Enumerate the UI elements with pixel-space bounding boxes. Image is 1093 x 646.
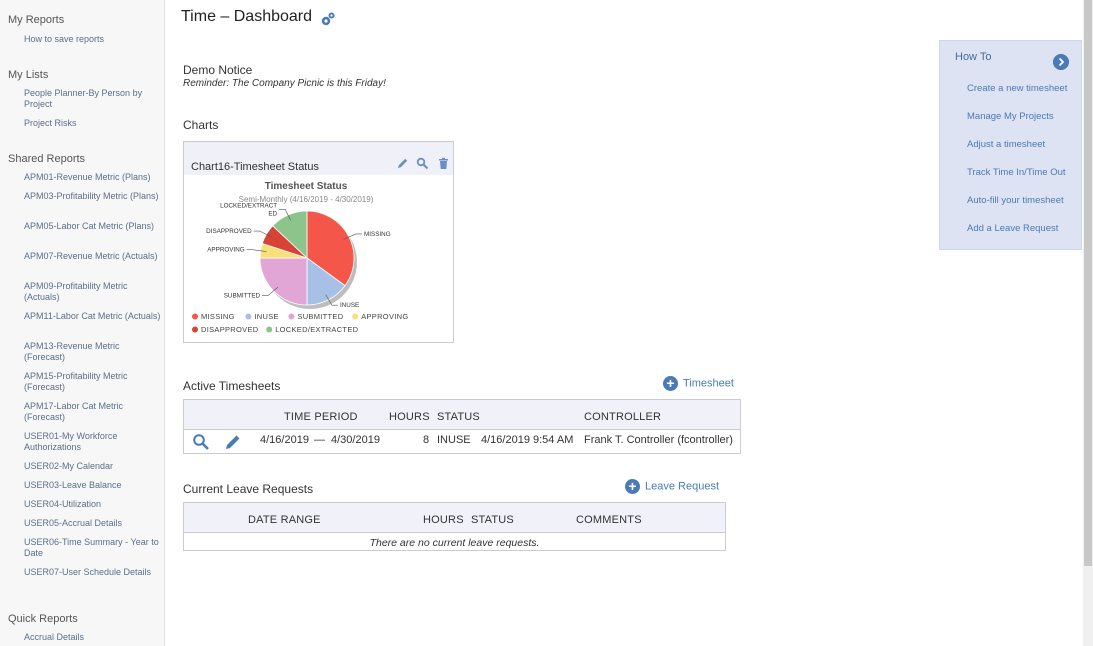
controller-value: Frank T. Controller (fcontroller) [584, 434, 733, 446]
column-header-time-period[interactable]: TIME PERIOD [284, 411, 358, 423]
howto-create-timesheet[interactable]: Create a new timesheet [967, 83, 1067, 94]
demo-notice-heading: Demo Notice [183, 63, 253, 77]
chart-card-header: Chart16-Timesheet Status [184, 142, 453, 175]
sidebar-item-apm15[interactable]: APM15-Profitability Metric (Forecast) [24, 371, 162, 393]
table-header: TIME PERIOD HOURS STATUS CONTROLLER [184, 400, 740, 430]
sidebar-section-shared-reports: Shared Reports [8, 153, 86, 165]
add-timesheet-label: Timesheet [683, 377, 734, 390]
chevron-right-icon[interactable] [1053, 54, 1069, 70]
trash-icon[interactable] [437, 157, 450, 170]
table-header: DATE RANGE HOURS STATUS COMMENTS [184, 503, 725, 533]
add-timesheet-button[interactable]: + Timesheet [663, 376, 734, 391]
sidebar-item-apm11[interactable]: APM11-Labor Cat Metric (Actuals) [24, 311, 162, 322]
sidebar-item-accrual-details[interactable]: Accrual Details [24, 632, 162, 643]
column-header-date-range[interactable]: DATE RANGE [248, 514, 321, 526]
status-value: INUSE [437, 434, 471, 446]
legend-label[interactable]: MISSING [201, 312, 235, 321]
period-start: 4/16/2019 [260, 434, 309, 446]
chart-title: Timesheet Status [265, 181, 348, 192]
sidebar-item-project-risks[interactable]: Project Risks [24, 118, 162, 129]
empty-message: There are no current leave requests. [369, 537, 540, 549]
sidebar-item-people-planner[interactable]: People Planner-By Person by Project [24, 88, 162, 110]
plus-icon: + [663, 376, 678, 391]
pie-slice-label: DISAPPROVED [206, 228, 252, 235]
pie-slice-submitted[interactable] [259, 257, 308, 306]
gear-icon[interactable] [320, 11, 336, 27]
sidebar-section-my-reports: My Reports [8, 14, 65, 26]
search-icon[interactable] [416, 157, 429, 170]
pie-slice-label: INUSE [340, 302, 359, 309]
view-timesheet-icon[interactable] [192, 433, 210, 451]
pie-slice-label: ED [268, 210, 277, 217]
legend-marker [352, 313, 359, 320]
scrollbar-thumb[interactable] [1084, 0, 1092, 566]
period-end: 4/30/2019 [331, 434, 380, 446]
chart-card-title: Chart16-Timesheet Status [191, 161, 319, 173]
pie-slice-label: APPROVING [207, 247, 245, 254]
pie-slice-label: SUBMITTED [224, 292, 261, 299]
how-to-panel: How To Create a new timesheet Manage My … [939, 40, 1082, 250]
legend-label[interactable]: INUSE [254, 312, 278, 321]
legend-marker [288, 313, 295, 320]
active-timesheets-table: TIME PERIOD HOURS STATUS CONTROLLER 4/16… [183, 399, 741, 454]
legend-label[interactable]: SUBMITTED [297, 312, 343, 321]
legend-marker [192, 313, 198, 320]
edit-timesheet-icon[interactable] [224, 433, 242, 451]
legend-marker [266, 326, 273, 333]
leave-requests-heading: Current Leave Requests [183, 482, 314, 496]
legend-label[interactable]: APPROVING [361, 312, 408, 321]
sidebar-section-quick-reports: Quick Reports [8, 613, 78, 625]
sidebar: My Reports How to save reports My Lists … [0, 0, 165, 646]
legend-label[interactable]: DISAPPROVED [201, 325, 259, 334]
sidebar-item-user04[interactable]: USER04-Utilization [24, 499, 162, 510]
column-header-status[interactable]: STATUS [437, 411, 480, 423]
sidebar-item-apm13[interactable]: APM13-Revenue Metric (Forecast) [24, 341, 162, 363]
page-title: Time – Dashboard [181, 8, 313, 25]
sidebar-item-user03[interactable]: USER03-Leave Balance [24, 480, 162, 491]
plus-icon: + [625, 479, 640, 494]
sidebar-item-apm03[interactable]: APM03-Profitability Metric (Plans) [24, 191, 162, 202]
howto-adjust-timesheet[interactable]: Adjust a timesheet [967, 139, 1045, 150]
howto-manage-projects[interactable]: Manage My Projects [967, 111, 1054, 122]
sidebar-item-apm01[interactable]: APM01-Revenue Metric (Plans) [24, 172, 162, 183]
charts-heading: Charts [183, 118, 219, 132]
sidebar-item-user01[interactable]: USER01-My Workforce Authorizations [24, 431, 162, 453]
sidebar-item-user07[interactable]: USER07-User Schedule Details [24, 567, 162, 578]
add-leave-request-label: Leave Request [645, 480, 719, 493]
howto-auto-fill[interactable]: Auto-fill your timesheet [967, 195, 1064, 206]
sidebar-section-my-lists: My Lists [8, 69, 49, 81]
status-time: 4/16/2019 9:54 AM [481, 434, 574, 446]
column-header-hours[interactable]: HOURS [423, 514, 464, 526]
period-dash: — [314, 434, 325, 446]
column-header-hours[interactable]: HOURS [389, 411, 430, 423]
pie-slice-label: LOCKED/EXTRACT [220, 202, 277, 209]
hours-value: 8 [423, 434, 430, 446]
howto-track-time[interactable]: Track Time In/Time Out [967, 167, 1066, 178]
demo-notice-text: Reminder: The Company Picnic is this Fri… [183, 78, 386, 89]
legend-marker [245, 313, 252, 320]
column-header-comments[interactable]: COMMENTS [576, 514, 642, 526]
sidebar-item-user02[interactable]: USER02-My Calendar [24, 461, 162, 472]
sidebar-item-apm17[interactable]: APM17-Labor Cat Metric (Forecast) [24, 401, 162, 423]
sidebar-item-apm05[interactable]: APM05-Labor Cat Metric (Plans) [24, 221, 162, 232]
sidebar-item-user05[interactable]: USER05-Accrual Details [24, 518, 162, 529]
column-header-controller[interactable]: CONTROLLER [584, 411, 661, 423]
active-timesheets-heading: Active Timesheets [183, 379, 281, 393]
chart-card: Chart16-Timesheet Status Timesheet Statu… [183, 141, 454, 343]
sidebar-item-apm07[interactable]: APM07-Revenue Metric (Actuals) [24, 251, 162, 262]
sidebar-item-how-to-save-reports[interactable]: How to save reports [24, 34, 162, 45]
legend-label[interactable]: LOCKED/EXTRACTED [275, 325, 358, 334]
sidebar-item-user06[interactable]: USER06-Time Summary - Year to Date [24, 537, 162, 559]
column-header-status[interactable]: STATUS [471, 514, 514, 526]
sidebar-item-apm09[interactable]: APM09-Profitability Metric (Actuals) [24, 281, 162, 303]
pie-slice-label: MISSING [364, 231, 391, 238]
how-to-title: How To [955, 51, 992, 63]
edit-icon[interactable] [396, 157, 409, 170]
timesheet-status-chart: Timesheet Status Semi-Monthly (4/16/2019… [192, 181, 408, 334]
add-leave-request-button[interactable]: + Leave Request [625, 479, 719, 494]
legend-marker [192, 326, 198, 333]
howto-add-leave-request[interactable]: Add a Leave Request [967, 223, 1058, 234]
leave-requests-table: DATE RANGE HOURS STATUS COMMENTS There a… [183, 502, 726, 551]
